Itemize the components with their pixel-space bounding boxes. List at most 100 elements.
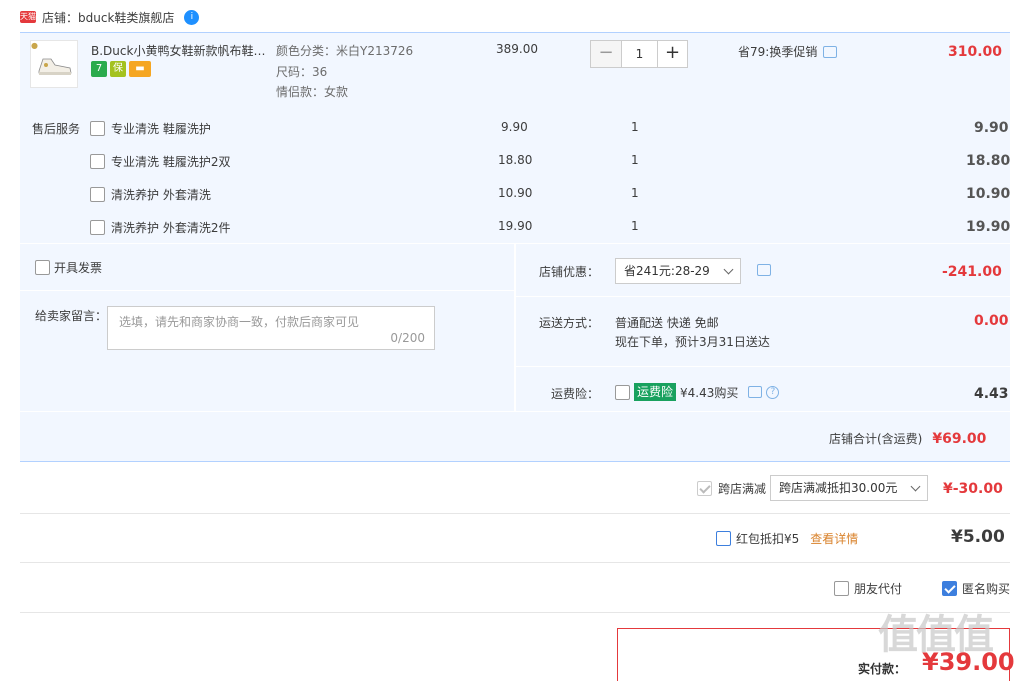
red-packet-checkbox[interactable]: [716, 531, 731, 546]
shop-discount-amount: -241.00: [942, 264, 1002, 280]
red-packet-details-link[interactable]: 查看详情: [810, 530, 858, 547]
quantity-increase-button[interactable]: +: [657, 41, 687, 67]
quantity-stepper: − 1 +: [590, 40, 688, 68]
service-price: 18.80: [498, 153, 533, 167]
shop-name-link[interactable]: 店铺：bduck鞋类旗舰店: [42, 9, 174, 26]
message-counter: 0/200: [390, 331, 425, 345]
service-name: 清洗养护 外套清洗: [111, 188, 211, 202]
order-item-block: [20, 32, 1010, 243]
promo-info: 省79:换季促销: [738, 43, 838, 60]
insurance-chat-icon[interactable]: [748, 386, 763, 398]
service-total: 9.90: [974, 120, 1009, 136]
seven-day-return-icon[interactable]: 7: [91, 61, 107, 77]
shop-total-label: 店铺合计(含运费): [829, 432, 923, 446]
spec-size: 尺码：36: [276, 65, 328, 79]
insurance-checkbox[interactable]: [615, 384, 630, 400]
insurance-option: 运费险 ¥4.43购买 ?: [615, 383, 780, 401]
service-checkbox[interactable]: [90, 154, 105, 169]
shipping-label: 运送方式：: [539, 316, 600, 330]
divider: [516, 296, 1010, 297]
insurance-price-text: ¥4.43购买: [680, 385, 739, 400]
service-checkbox[interactable]: [90, 187, 105, 202]
service-price: 10.90: [498, 186, 533, 200]
service-price: 19.90: [498, 219, 533, 233]
cross-store-select[interactable]: 跨店满减抵扣30.00元: [770, 475, 928, 501]
service-row: 清洗养护 外套清洗: [90, 186, 211, 203]
service-qty: 1: [631, 186, 639, 200]
promo-chat-icon[interactable]: [823, 45, 838, 58]
service-checkbox[interactable]: [90, 121, 105, 136]
service-qty: 1: [631, 219, 639, 233]
service-name: 专业清洗 鞋履洗护2双: [111, 155, 231, 169]
service-name: 清洗养护 外套清洗2件: [111, 221, 231, 235]
payment-label: 实付款：: [858, 662, 907, 676]
invoice-option: 开具发票: [35, 259, 102, 276]
guarantee-icon[interactable]: 保: [110, 61, 126, 77]
service-price: 9.90: [501, 120, 528, 134]
product-title-link[interactable]: B.Duck小黄鸭女鞋新款帆布鞋…: [91, 42, 265, 59]
anonymous-label: 匿名购买: [962, 582, 1011, 596]
cross-store-amount: ¥-30.00: [943, 481, 1003, 497]
cross-store-option: 跨店满减: [697, 480, 766, 497]
wangwang-chat-icon[interactable]: i: [184, 9, 200, 25]
insurance-amount: 4.43: [974, 386, 1009, 402]
anonymous-checkbox[interactable]: [942, 581, 957, 596]
shop-total: 店铺合计(含运费) ¥69.00: [829, 430, 986, 447]
service-total: 10.90: [966, 186, 1011, 202]
anonymous-option: 匿名购买: [942, 580, 1010, 597]
message-label: 给卖家留言：: [35, 309, 108, 323]
quantity-decrease-button[interactable]: −: [591, 41, 621, 67]
friend-pay-label: 朋友代付: [854, 582, 903, 596]
divider: [20, 612, 1010, 613]
invoice-label: 开具发票: [54, 261, 103, 275]
invoice-checkbox[interactable]: [35, 260, 50, 275]
quantity-input[interactable]: 1: [621, 41, 657, 67]
spec-color: 颜色分类：米白Y213726: [276, 44, 414, 58]
service-total: 18.80: [966, 153, 1011, 169]
service-checkbox[interactable]: [90, 220, 105, 235]
divider: [20, 290, 514, 291]
divider: [20, 513, 1010, 514]
chevron-down-icon: [723, 264, 734, 274]
red-packet-label: 红包抵扣¥5: [736, 532, 800, 546]
service-total: 19.90: [966, 219, 1011, 235]
product-tag-icons: 7 保 ▬: [91, 61, 154, 77]
shop-discount-label: 店铺优惠：: [539, 265, 600, 279]
sneaker-icon: [38, 58, 72, 75]
service-qty: 1: [631, 120, 639, 134]
site-watermark: 值值值: [878, 612, 994, 658]
shipping-amount: 0.00: [974, 313, 1009, 329]
spec-couple: 情侣款：女款: [276, 85, 349, 99]
chevron-down-icon: [910, 481, 921, 491]
message-placeholder: 选填，请先和商家协商一致，付款后商家可见: [119, 315, 360, 329]
shipping-method: 普通配送 快递 免邮: [615, 316, 719, 330]
shop-discount-select[interactable]: 省241元:28-29: [615, 258, 741, 284]
red-packet-amount: ¥5.00: [951, 527, 1005, 547]
friend-pay-option: 朋友代付: [834, 580, 902, 597]
shipping-eta: 现在下单，预计3月31日送达: [615, 335, 770, 349]
service-row: 专业清洗 鞋履洗护2双: [90, 153, 230, 170]
cross-store-label: 跨店满减: [718, 482, 767, 496]
item-subtotal: 310.00: [948, 44, 1003, 60]
divider: [516, 366, 1010, 367]
discount-chat-icon[interactable]: [757, 264, 771, 276]
cross-store-checkbox[interactable]: [697, 481, 712, 496]
seller-message-input[interactable]: 选填，请先和商家协商一致，付款后商家可见 0/200: [107, 306, 435, 350]
service-name: 专业清洗 鞋履洗护: [111, 122, 211, 136]
promo-text: 省79:换季促销: [738, 45, 818, 59]
shop-discount-value: 省241元:28-29: [624, 264, 710, 278]
insurance-label: 运费险：: [551, 387, 600, 401]
cross-store-value: 跨店满减抵扣30.00元: [779, 481, 898, 495]
card-pay-icon[interactable]: ▬: [129, 61, 151, 77]
shop-total-amount: ¥69.00: [932, 430, 987, 447]
insurance-badge: 运费险: [634, 383, 677, 401]
tmall-icon: 天猫: [20, 11, 36, 23]
service-row: 专业清洗 鞋履洗护: [90, 120, 211, 137]
divider: [20, 562, 1010, 563]
friend-pay-checkbox[interactable]: [834, 581, 849, 596]
brand-mark-icon: ●: [31, 41, 38, 50]
service-row: 清洗养护 外套清洗2件: [90, 219, 230, 236]
help-icon[interactable]: ?: [766, 385, 780, 399]
shop-header: 天猫 店铺：bduck鞋类旗舰店 i: [20, 6, 200, 28]
service-qty: 1: [631, 153, 639, 167]
